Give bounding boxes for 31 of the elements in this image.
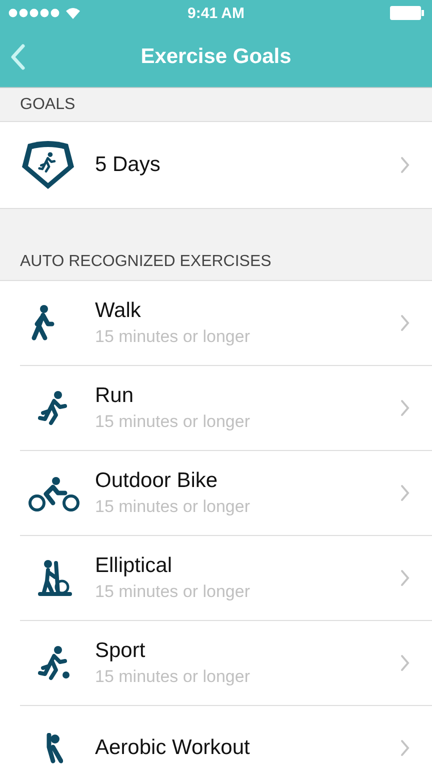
chevron-icon — [400, 569, 410, 587]
chevron-icon — [400, 484, 410, 502]
shield-runner-icon — [20, 139, 76, 191]
exercise-duration: 15 minutes or longer — [95, 327, 251, 347]
screen-title: Exercise Goals — [140, 44, 292, 68]
goal-label: 5 Days — [95, 153, 162, 177]
exercise-duration: 15 minutes or longer — [95, 497, 251, 517]
exercise-name: Sport — [95, 639, 146, 663]
exercise-name: Run — [95, 384, 135, 408]
player-ball-icon — [36, 644, 72, 682]
chevron-icon — [400, 654, 410, 672]
chevron-icon — [400, 739, 410, 757]
exercise-duration: 15 minutes or longer — [95, 667, 251, 687]
cyclist-icon — [26, 474, 80, 512]
battery-icon — [390, 6, 424, 20]
goal-row[interactable]: 5 Days — [0, 122, 432, 208]
exercise-name: Outdoor Bike — [95, 469, 219, 493]
chevron-icon — [400, 156, 410, 174]
chevron-icon — [400, 399, 410, 417]
chevron-icon — [400, 314, 410, 332]
exercise-name: Walk — [95, 299, 142, 323]
stretch-figure-icon — [44, 732, 62, 764]
elliptical-icon — [36, 559, 72, 597]
exercise-duration: 15 minutes or longer — [95, 412, 251, 432]
status-time: 9:41 AM — [188, 4, 244, 22]
back-icon — [10, 42, 26, 70]
signal-icon — [8, 8, 60, 18]
exercise-name: Aerobic Workout — [95, 736, 251, 760]
wifi-icon — [65, 7, 81, 19]
exercise-duration: 15 minutes or longer — [95, 582, 251, 602]
exercise-name: Elliptical — [95, 554, 174, 578]
